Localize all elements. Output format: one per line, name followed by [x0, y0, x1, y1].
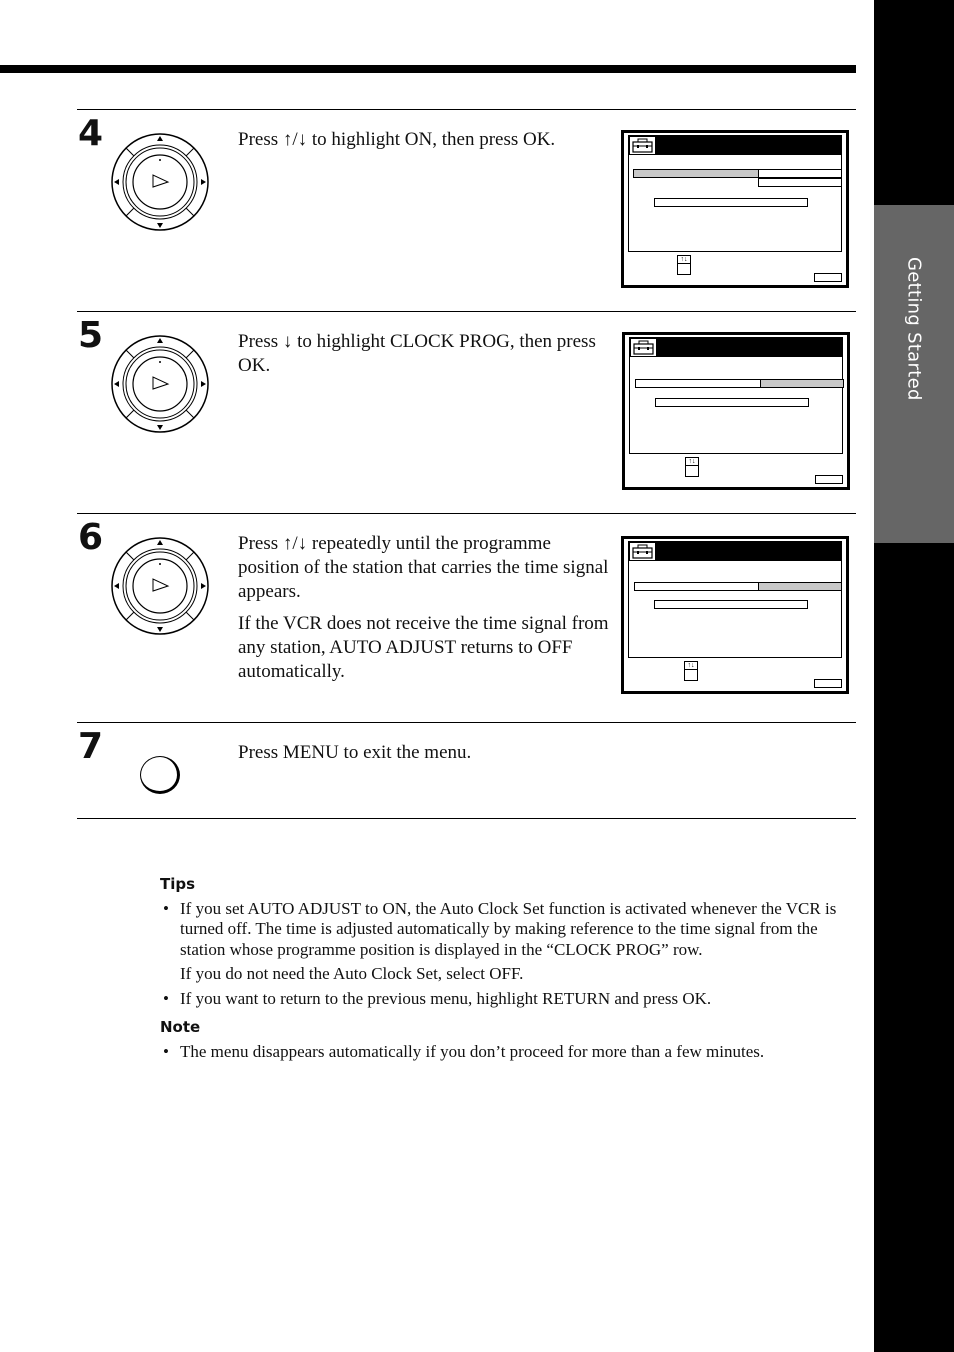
menu-exit-indicator — [814, 679, 842, 688]
remote-dial-icon — [111, 537, 209, 635]
side-tab-bar — [874, 0, 954, 1352]
toolbox-icon — [631, 339, 656, 356]
tip-item: If you want to return to the previous me… — [160, 989, 860, 1010]
step-paragraph: Press ↓ to highlight CLOCK PROG, then pr… — [238, 331, 596, 376]
tip-item: If you set AUTO ADJUST to ON, the Auto C… — [160, 899, 860, 985]
divider — [77, 311, 856, 312]
menu-row-clock-prog — [654, 198, 808, 207]
menu-panel — [628, 541, 842, 658]
menu-exit-indicator — [815, 475, 843, 484]
tip-text: If you set AUTO ADJUST to ON, the Auto C… — [180, 898, 837, 959]
section-tab: Getting Started — [874, 205, 954, 543]
section-label: Getting Started — [903, 257, 925, 401]
menu-titlebar — [629, 542, 841, 561]
menu-row-auto-adjust — [633, 169, 759, 178]
step-instruction: Press MENU to exit the menu. — [238, 741, 610, 773]
tip-subtext: If you do not need the Auto Clock Set, s… — [180, 964, 524, 983]
note-heading: Note — [160, 1018, 201, 1036]
menu-option-off — [758, 178, 842, 187]
menu-panel — [628, 135, 842, 252]
step-instruction: Press ↑/↓ repeatedly until the programme… — [238, 532, 610, 692]
divider — [77, 109, 856, 110]
step-paragraph: Press ↑/↓ repeatedly until the programme… — [238, 533, 609, 602]
menu-titlebar — [629, 136, 841, 155]
step-number: 6 — [78, 517, 104, 558]
note-text: The menu disappears automatically if you… — [180, 1041, 765, 1061]
up-down-guide-icon: ↑↓ — [684, 661, 698, 681]
step-paragraph: Press ↑/↓ to highlight ON, then press OK… — [238, 129, 556, 150]
menu-row-clock-prog — [654, 600, 808, 609]
step-paragraph: Press MENU to exit the menu. — [238, 742, 472, 763]
toolbox-icon — [630, 543, 655, 560]
divider — [77, 722, 856, 723]
menu-button-icon — [140, 756, 180, 794]
menu-row-clock-prog — [655, 398, 809, 407]
tv-screen-menu: ↑↓ — [622, 332, 850, 490]
note-list: The menu disappears automatically if you… — [160, 1042, 860, 1063]
toolbox-icon — [630, 137, 655, 154]
step-instruction: Press ↓ to highlight CLOCK PROG, then pr… — [238, 330, 610, 386]
tip-text: If you want to return to the previous me… — [180, 988, 712, 1008]
step-number: 7 — [78, 726, 104, 767]
step-paragraph: If the VCR does not receive the time sig… — [238, 613, 609, 682]
note-item: The menu disappears automatically if you… — [160, 1042, 860, 1063]
menu-row-auto-adjust — [634, 582, 760, 591]
top-rule — [0, 65, 856, 73]
menu-value-highlight — [758, 582, 842, 591]
tips-section: Tips If you set AUTO ADJUST to ON, the A… — [160, 874, 860, 1066]
menu-row-auto-adjust — [635, 379, 761, 388]
divider — [77, 513, 856, 514]
step-number: 4 — [78, 113, 104, 154]
menu-titlebar — [630, 338, 842, 357]
step-number: 5 — [78, 315, 104, 356]
step-instruction: Press ↑/↓ to highlight ON, then press OK… — [238, 128, 610, 160]
menu-value-highlight — [760, 379, 844, 388]
remote-dial-icon — [111, 133, 209, 231]
menu-option-on — [758, 169, 842, 178]
divider — [77, 818, 856, 819]
menu-exit-indicator — [814, 273, 842, 282]
tv-screen-menu: ↑↓ — [621, 130, 849, 288]
up-down-guide-icon: ↑↓ — [677, 255, 691, 275]
menu-panel — [629, 337, 844, 454]
up-down-guide-icon: ↑↓ — [685, 457, 699, 477]
tips-heading: Tips — [160, 875, 196, 893]
tv-screen-menu: ↑↓ — [621, 536, 849, 694]
remote-dial-icon — [111, 335, 209, 433]
tips-list: If you set AUTO ADJUST to ON, the Auto C… — [160, 899, 860, 1010]
